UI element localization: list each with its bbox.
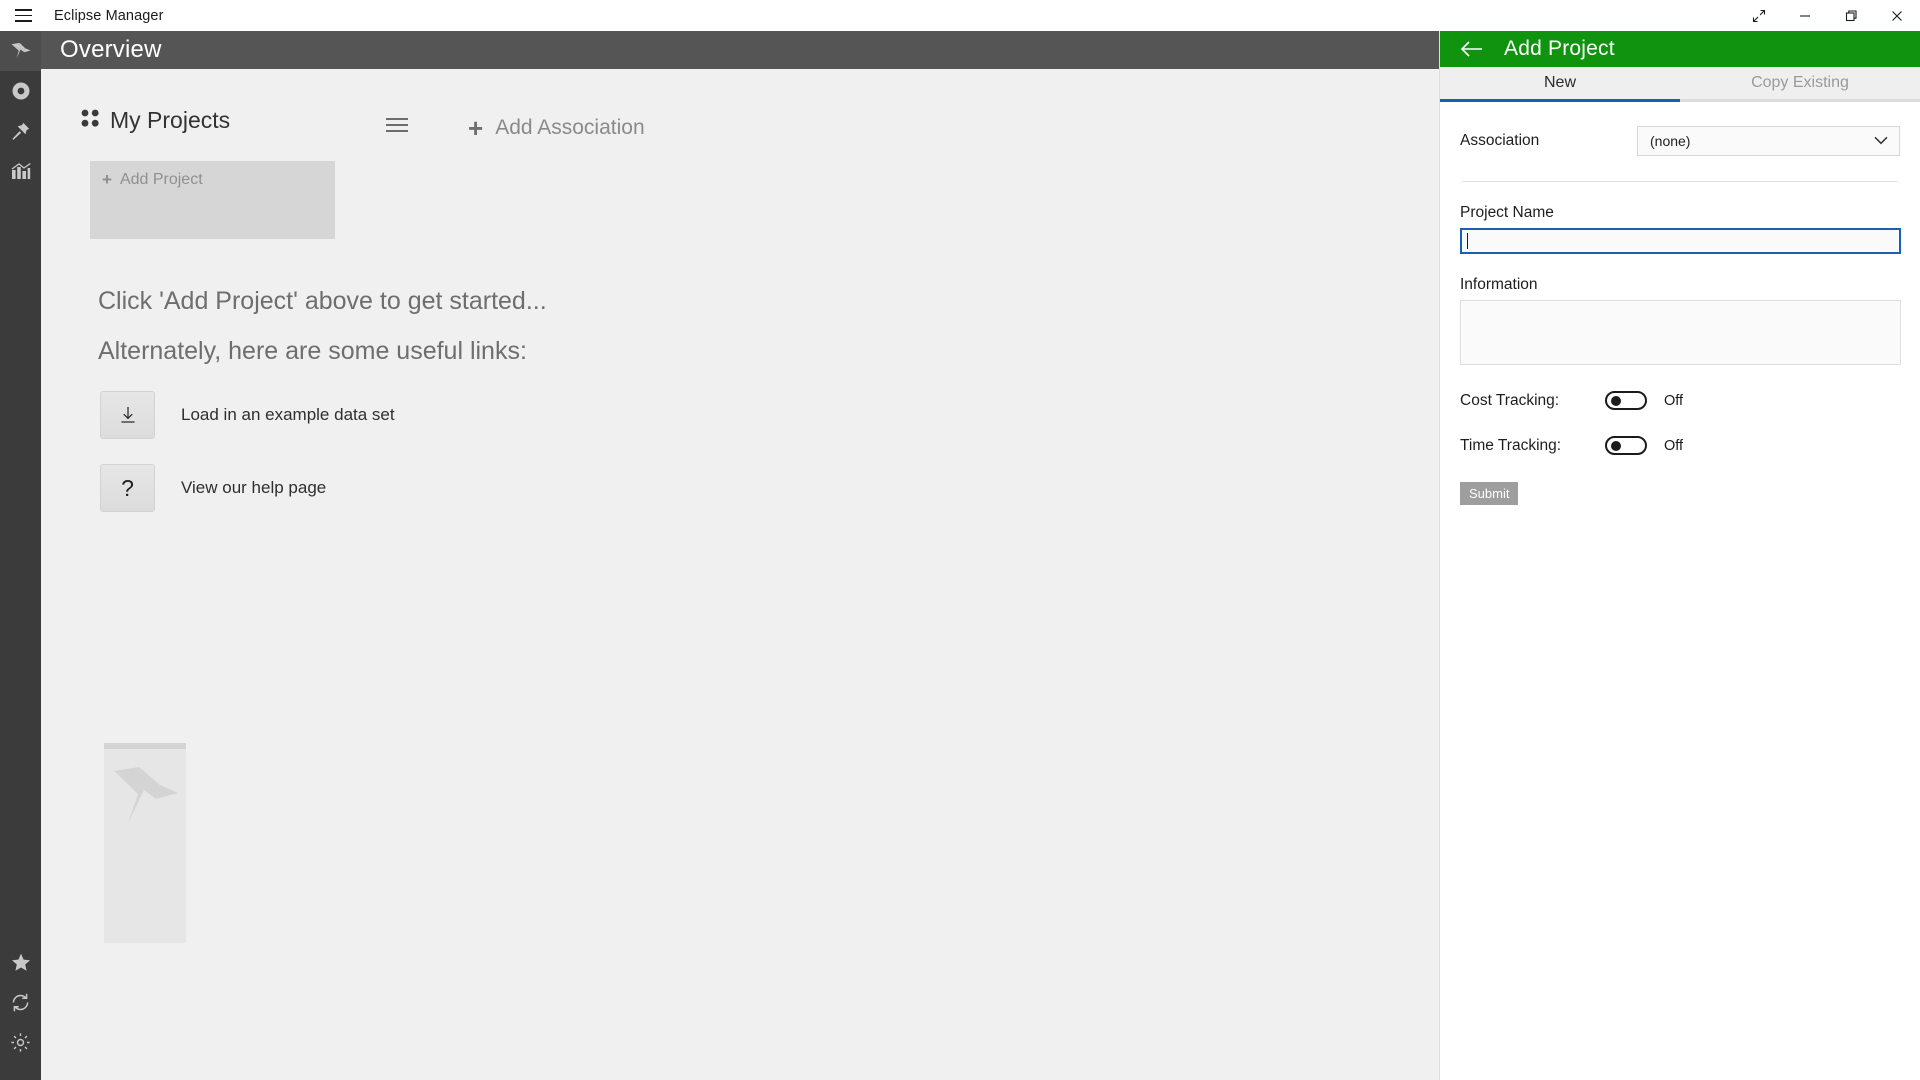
panel-header: Add Project <box>1440 31 1920 67</box>
time-tracking-toggle[interactable] <box>1605 436 1647 455</box>
sidebar-item-pin[interactable] <box>0 111 41 151</box>
project-name-label: Project Name <box>1460 204 1554 221</box>
association-select[interactable]: (none) <box>1637 126 1900 156</box>
time-tracking-row: Time Tracking: Off <box>1460 436 1900 455</box>
star-icon <box>11 953 31 972</box>
sidebar-item-favorites[interactable] <box>0 942 41 982</box>
origami-bird-icon <box>112 765 180 840</box>
grid-dots-icon <box>81 109 100 133</box>
watermark-card-top-bar <box>104 743 186 749</box>
projects-section-title: My Projects <box>110 107 231 133</box>
add-association-button[interactable]: + Add Association <box>468 115 645 141</box>
toggle-knob <box>1611 440 1621 451</box>
information-textarea[interactable] <box>1460 300 1901 365</box>
watermark-card <box>104 743 186 943</box>
cost-tracking-state: Off <box>1664 392 1684 409</box>
form-divider <box>1462 181 1898 182</box>
pin-icon <box>11 121 31 141</box>
toggle-knob <box>1611 395 1621 406</box>
add-project-panel: Add Project New Copy Existing Associatio… <box>1439 31 1920 1080</box>
hamburger-icon[interactable] <box>0 0 46 31</box>
load-example-data-link[interactable]: Load in an example data set <box>100 391 395 439</box>
help-page-link[interactable]: ? View our help page <box>100 464 326 512</box>
time-tracking-label: Time Tracking: <box>1460 436 1562 454</box>
submit-button[interactable]: Submit <box>1460 482 1519 505</box>
cost-tracking-toggle[interactable] <box>1605 391 1647 410</box>
circle-record-icon <box>11 81 31 101</box>
panel-title: Add Project <box>1504 37 1615 60</box>
hint-line-2: Alternately, here are some useful links: <box>98 337 527 365</box>
projects-section-header: My Projects <box>81 107 230 134</box>
sidebar-top-group <box>0 31 41 191</box>
cost-tracking-row: Cost Tracking: Off <box>1460 391 1900 410</box>
page-title: Overview <box>60 36 162 63</box>
add-project-label: Add Project <box>119 171 203 188</box>
projects-menu-icon[interactable] <box>386 115 410 135</box>
app-window: Eclipse Manager Overview My Projects + A… <box>0 0 1920 1080</box>
association-select-wrap: (none) <box>1637 126 1900 156</box>
add-project-card[interactable]: + Add Project <box>90 161 335 239</box>
association-label: Association <box>1460 132 1540 149</box>
page-content: My Projects + Add Association + Add Proj… <box>41 69 1439 1080</box>
time-tracking-state: Off <box>1664 437 1684 454</box>
origami-bird-icon <box>10 41 32 61</box>
help-page-label: View our help page <box>181 478 327 497</box>
load-example-data-label: Load in an example data set <box>181 405 395 424</box>
minimize-icon[interactable] <box>1782 0 1828 31</box>
page-header: Overview <box>41 31 1439 69</box>
hint-line-1: Click 'Add Project' above to get started… <box>98 287 547 315</box>
add-project-form: Association (none) Project Name Informat… <box>1440 102 1920 505</box>
sidebar-item-origami-bird[interactable] <box>0 31 41 71</box>
title-bar: Eclipse Manager <box>0 0 1920 31</box>
sidebar-rail <box>0 31 41 1080</box>
app-title: Eclipse Manager <box>54 7 164 24</box>
project-name-input[interactable] <box>1460 228 1901 254</box>
gear-icon <box>10 1032 31 1053</box>
sync-refresh-icon <box>10 992 31 1013</box>
sidebar-item-chart[interactable] <box>0 151 41 191</box>
plus-icon: + <box>102 170 112 189</box>
cost-tracking-label: Cost Tracking: <box>1460 391 1560 409</box>
text-caret <box>1467 233 1468 249</box>
tab-copy-existing[interactable]: Copy Existing <box>1680 67 1920 102</box>
sidebar-item-record[interactable] <box>0 71 41 111</box>
plus-icon: + <box>468 113 484 143</box>
add-association-label: Add Association <box>495 116 645 139</box>
association-row: Association (none) <box>1460 126 1900 156</box>
arrow-left-icon[interactable] <box>1460 40 1484 58</box>
bar-chart-icon <box>11 162 31 180</box>
close-icon[interactable] <box>1874 0 1920 31</box>
tab-new[interactable]: New <box>1440 67 1680 102</box>
main-area: Overview My Projects + Add Association +… <box>41 31 1439 1080</box>
panel-tabs: New Copy Existing <box>1440 67 1920 102</box>
sidebar-bottom-group <box>0 942 41 1062</box>
sidebar-item-sync[interactable] <box>0 982 41 1022</box>
sidebar-item-settings[interactable] <box>0 1022 41 1062</box>
information-label: Information <box>1460 276 1538 293</box>
download-icon <box>100 391 155 439</box>
restore-icon[interactable] <box>1828 0 1874 31</box>
expand-arrows-icon[interactable] <box>1736 0 1782 31</box>
question-mark-icon: ? <box>100 464 155 512</box>
